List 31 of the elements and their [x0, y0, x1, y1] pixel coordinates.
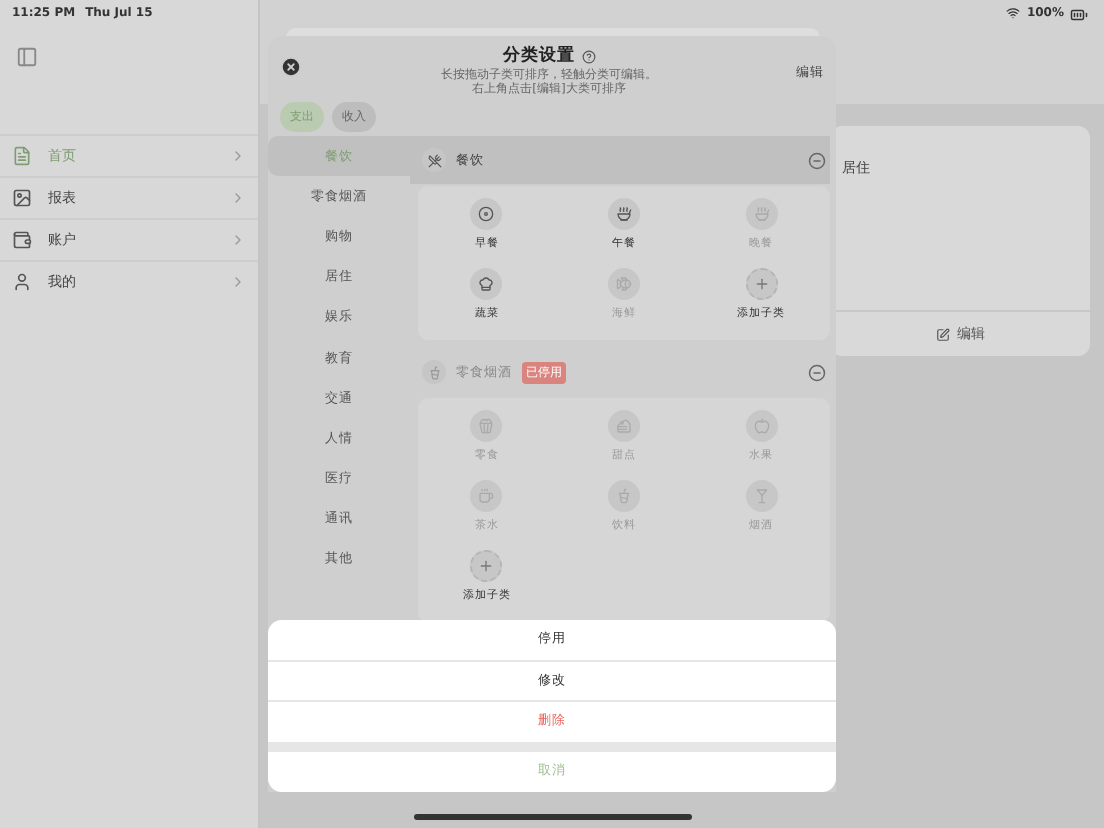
chevron-icon: [230, 232, 246, 248]
fish-icon: [607, 268, 640, 300]
sidebar-item-icon: [12, 230, 32, 250]
edit-icon: [935, 327, 949, 341]
sidebar-item-icon: [12, 188, 32, 208]
sidebar-item-icon: [12, 146, 32, 166]
cup-icon: [470, 480, 503, 512]
group-icon: [422, 148, 446, 172]
plus-icon: [470, 550, 503, 582]
help-icon[interactable]: [581, 49, 595, 63]
battery-icon: [1070, 6, 1088, 24]
chevron-icon: [230, 274, 246, 290]
disc-icon: [470, 198, 503, 230]
apple-icon: [745, 410, 778, 442]
close-icon[interactable]: [280, 56, 302, 78]
plus-icon: [745, 268, 778, 300]
sheet-title: 分类设置: [503, 44, 575, 68]
chevron-icon: [230, 148, 246, 164]
bowl-icon: [745, 198, 778, 230]
sidebar-toggle-icon[interactable]: [16, 46, 38, 68]
chevron-icon: [230, 190, 246, 206]
remove-icon[interactable]: [808, 151, 826, 169]
soda-cup-icon: [607, 480, 640, 512]
cake-icon: [607, 410, 640, 442]
cocktail-glass-icon: [745, 480, 778, 512]
popcorn-icon: [470, 410, 503, 442]
bowl-icon: [607, 198, 640, 230]
wifi-icon: [1006, 6, 1021, 20]
group-icon: [422, 360, 446, 384]
chef-hat-icon: [470, 268, 503, 300]
sidebar-item-icon: [12, 272, 32, 292]
